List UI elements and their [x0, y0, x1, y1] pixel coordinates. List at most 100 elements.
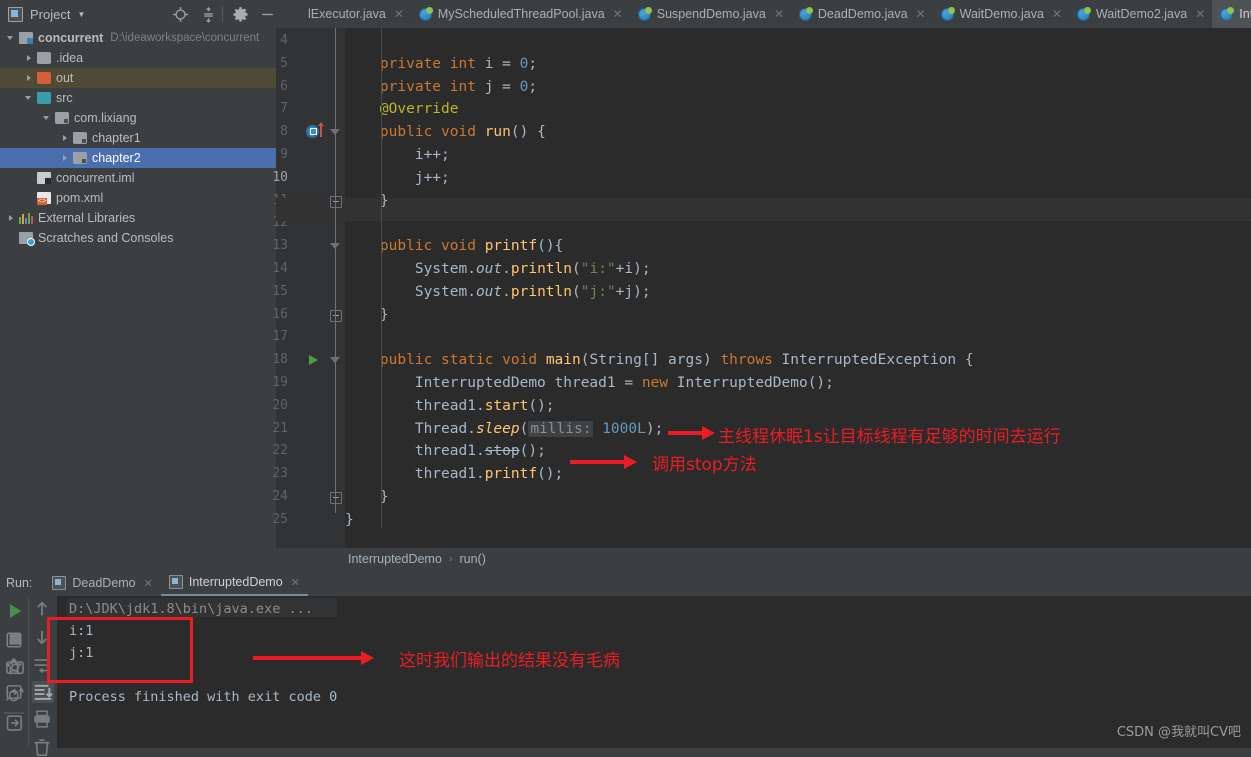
code-line-15[interactable]: System.out.println("j:"+j); [345, 281, 651, 304]
print-icon[interactable] [32, 709, 52, 729]
editor-tab-close-icon[interactable] [774, 7, 784, 21]
code-line-13[interactable]: public void printf(){ [345, 235, 563, 258]
chevron-down-icon[interactable]: ▼ [77, 10, 85, 19]
scroll-to-end-icon[interactable] [32, 681, 54, 703]
breadcrumb[interactable]: InterruptedDemo › run() [276, 548, 1251, 570]
project-tree[interactable]: concurrent D:\ideaworkspace\concurrent .id… [0, 28, 276, 568]
chevron-down-icon[interactable] [24, 93, 35, 104]
project-tool-window-button[interactable]: Project ▼ [0, 0, 165, 28]
tree-item-label: chapter2 [92, 151, 141, 165]
code-line-11[interactable]: } [345, 190, 389, 213]
code-line-7[interactable]: @Override [345, 98, 459, 121]
run-tab-deaddemo[interactable]: DeadDemo [44, 570, 160, 596]
editor-tab-myscheduledthreadpool[interactable]: MyScheduledThreadPool.java [410, 0, 630, 28]
tree-item-chapter2[interactable]: chapter2 [0, 148, 276, 168]
favorites-tool-icon[interactable] [5, 657, 23, 675]
line-number: 21 [272, 420, 288, 436]
code-line-8[interactable]: public void run() { [345, 121, 546, 144]
collapse-all-icon[interactable] [200, 6, 217, 23]
console-icon [168, 575, 183, 589]
code-line-19[interactable]: InterruptedDemo thread1 = new Interrupte… [345, 372, 834, 395]
code-line-18[interactable]: public static void main(String[] args) t… [345, 349, 974, 372]
editor-tab-lexecutor[interactable]: lExecutor.java [281, 0, 411, 28]
structure-tool-icon[interactable] [5, 631, 23, 649]
code-line-6[interactable]: private int j = 0; [345, 76, 537, 99]
export-icon[interactable] [5, 713, 25, 733]
code-line-23[interactable]: thread1.printf(); [345, 463, 563, 486]
code-line-9[interactable]: i++; [345, 144, 450, 167]
chevron-right-icon[interactable] [24, 73, 35, 84]
scroll-up-icon[interactable] [32, 599, 52, 619]
breadcrumb-method[interactable]: run() [459, 552, 485, 566]
code-line-25[interactable]: } [345, 509, 354, 532]
breadcrumb-class[interactable]: InterruptedDemo [348, 552, 442, 566]
chevron-right-icon[interactable] [6, 213, 17, 224]
code-line-16[interactable]: } [345, 304, 389, 327]
tree-item-out[interactable]: out [0, 68, 276, 88]
top-toolbar: Project ▼ lExecutor.java MyScheduledThrea… [0, 0, 1251, 28]
code-line-22[interactable]: thread1.stop(); [345, 440, 546, 463]
editor-tab-waitdemo[interactable]: WaitDemo.java [932, 0, 1069, 28]
annotation-text-stop: 调用stop方法 [652, 455, 757, 475]
chevron-right-icon[interactable] [60, 153, 71, 164]
tree-item-label: Scratches and Consoles [38, 231, 174, 245]
tree-item-pom-xml[interactable]: pom.xml [0, 188, 276, 208]
editor-tab-close-icon[interactable] [1195, 7, 1205, 21]
line-number: 9 [280, 147, 288, 162]
code-line-10[interactable]: j++; [345, 167, 450, 190]
tree-item--idea[interactable]: .idea [0, 48, 276, 68]
tree-item-concurrent-iml[interactable]: concurrent.iml [0, 168, 276, 188]
editor-tab-close-icon[interactable] [613, 7, 623, 21]
code-line-20[interactable]: thread1.start(); [345, 395, 555, 418]
editor-tab-close-icon[interactable] [394, 7, 404, 21]
editor-tab-deaddemo[interactable]: DeadDemo.java [790, 0, 933, 28]
hide-icon[interactable] [259, 6, 276, 23]
run-tab-label: InterruptedDemo [188, 575, 283, 589]
editor-tab-waitdemo2[interactable]: WaitDemo2.java [1068, 0, 1213, 28]
tree-item-src[interactable]: src [0, 88, 276, 108]
run-main-gutter-icon[interactable] [309, 355, 318, 366]
rerun-icon[interactable] [5, 601, 25, 621]
editor-tab-label: Interru [1239, 7, 1251, 21]
settings-gear-icon[interactable] [232, 6, 249, 23]
java-class-icon [940, 6, 955, 21]
console-output[interactable]: D:\JDK\jdk1.8\bin\java.exe ... i:1 j:1 Proc… [57, 596, 1251, 748]
line-number: 25 [272, 511, 288, 527]
run-tab-close-icon[interactable] [291, 576, 300, 589]
code-line-5[interactable]: private int i = 0; [345, 53, 537, 76]
toolbar-divider [222, 6, 223, 22]
tree-item-com-lixiang[interactable]: com.lixiang [0, 108, 276, 128]
class-fold-spine [335, 28, 336, 513]
chevron-down-icon[interactable] [42, 113, 53, 124]
tree-item-chapter1[interactable]: chapter1 [0, 128, 276, 148]
chevron-right-icon[interactable] [60, 133, 71, 144]
code-line-14[interactable]: System.out.println("i:"+i); [345, 258, 651, 281]
tree-item-scratches-and-consoles[interactable]: Scratches and Consoles [0, 228, 276, 248]
tree-item-external-libraries[interactable]: External Libraries [0, 208, 276, 228]
run-tab-interrupteddemo[interactable]: InterruptedDemo [160, 570, 308, 596]
trash-icon[interactable] [32, 737, 52, 757]
locate-icon[interactable] [172, 6, 189, 23]
code-editor[interactable]: 45678910111213141516171819202122232425 p… [272, 28, 1251, 548]
tree-item-concurrent[interactable]: concurrent D:\ideaworkspace\concurrent [0, 28, 276, 48]
editor-tab-close-icon[interactable] [1052, 7, 1062, 21]
chevron-down-icon[interactable] [6, 33, 17, 44]
run-tab-close-icon[interactable] [144, 577, 153, 590]
package-icon [55, 112, 69, 124]
tree-item-label: .idea [56, 51, 84, 65]
editor-tab-close-icon[interactable] [916, 7, 926, 21]
code-line-21[interactable]: Thread.sleep(millis: 1000L); [345, 418, 663, 441]
code-text-area[interactable]: private int i = 0; private int j = 0; @O… [345, 28, 1251, 548]
java-class-icon [418, 6, 433, 21]
editor-tab-suspenddemo[interactable]: SuspendDemo.java [629, 0, 791, 28]
editor-tab-interru[interactable]: Interru [1212, 0, 1251, 28]
code-line-24[interactable]: } [345, 486, 389, 509]
line-number: 4 [280, 33, 288, 48]
terminal-tool-icon[interactable] [5, 683, 23, 701]
annotation-text-output: 这时我们输出的结果没有毛病 [399, 651, 620, 671]
annotation-arrow-output [253, 651, 374, 665]
editor-gutter[interactable]: 45678910111213141516171819202122232425 [272, 28, 344, 548]
fold-box [330, 195, 342, 208]
chevron-right-icon[interactable] [24, 53, 35, 64]
